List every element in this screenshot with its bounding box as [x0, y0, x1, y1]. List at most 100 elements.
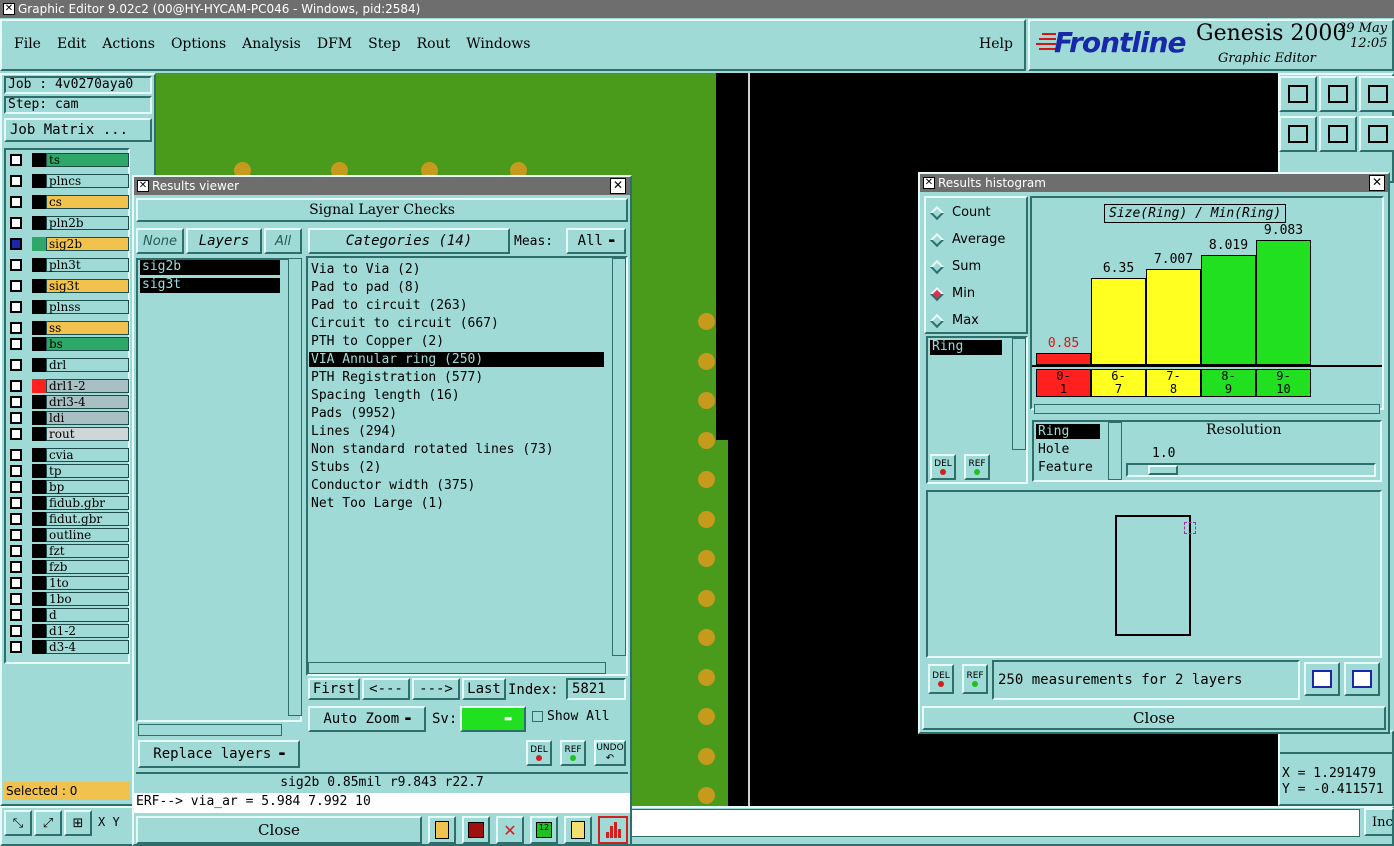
- category-item[interactable]: Pad to circuit (263): [311, 298, 468, 313]
- report-icon[interactable]: [564, 816, 592, 844]
- histogram-ref-icon[interactable]: REF: [964, 454, 990, 480]
- layer-color-icon[interactable]: [428, 816, 456, 844]
- layer-checkbox[interactable]: [10, 529, 22, 541]
- attribute-item[interactable]: Feature: [1036, 460, 1100, 475]
- toolbar-icon-2[interactable]: [1319, 76, 1357, 112]
- resolution-slider-handle[interactable]: [1148, 465, 1178, 475]
- layer-checkbox[interactable]: [10, 175, 22, 187]
- replace-layers-select[interactable]: Replace layers ▬: [138, 740, 300, 768]
- layer-checkbox[interactable]: [10, 338, 22, 350]
- layer-row-d3-4[interactable]: d3-4: [6, 640, 129, 654]
- attribute-list-scrollbar[interactable]: [1108, 422, 1122, 480]
- toolbar-icon-4[interactable]: [1279, 116, 1317, 152]
- attribute-item[interactable]: Ring: [1036, 424, 1100, 439]
- layer-row-outline[interactable]: outline: [6, 528, 129, 542]
- layer-row-cvia[interactable]: cvia: [6, 448, 129, 462]
- layer-row-cs[interactable]: cs: [6, 195, 129, 209]
- menu-options[interactable]: Options: [171, 36, 226, 52]
- help-menu[interactable]: Help: [979, 36, 1013, 52]
- layer-checkbox[interactable]: [10, 625, 22, 637]
- categories-scrollbar[interactable]: [612, 258, 626, 656]
- command-field[interactable]: [630, 809, 1360, 837]
- layer-row-plncs[interactable]: plncs: [6, 174, 129, 188]
- layer-row-plnss[interactable]: plnss: [6, 300, 129, 314]
- category-item[interactable]: Net Too Large (1): [311, 496, 444, 511]
- layer-checkbox[interactable]: [10, 428, 22, 440]
- layer-row-bp[interactable]: bp: [6, 480, 129, 494]
- category-item[interactable]: Via to Via (2): [311, 262, 421, 277]
- category-item[interactable]: Non standard rotated lines (73): [311, 442, 554, 457]
- layer-checkbox[interactable]: [10, 593, 22, 605]
- preview-del-icon[interactable]: DEL: [928, 664, 954, 694]
- category-item[interactable]: Circuit to circuit (667): [311, 316, 499, 331]
- toolbar-icon-6[interactable]: [1359, 116, 1394, 152]
- prev-button[interactable]: <---: [362, 678, 410, 700]
- histogram-bar[interactable]: [1036, 353, 1091, 365]
- meas-select[interactable]: All ▬: [566, 228, 626, 254]
- layer-row-sig2b[interactable]: sig2b: [6, 237, 129, 251]
- bin-label[interactable]: 0- 1: [1036, 369, 1091, 397]
- index-input[interactable]: 5821: [566, 678, 626, 700]
- layer-row-pln2b[interactable]: pln2b: [6, 216, 129, 230]
- layer-row-ts[interactable]: ts: [6, 153, 129, 167]
- close-icon[interactable]: ✕: [610, 178, 626, 194]
- severity-select[interactable]: ▬: [460, 706, 526, 732]
- menu-edit[interactable]: Edit: [57, 36, 86, 52]
- none-button[interactable]: None: [136, 228, 184, 254]
- layer-row-drl3-4[interactable]: drl3-4: [6, 395, 129, 409]
- mode-radio-min[interactable]: Min: [929, 286, 975, 301]
- histogram-list-scrollbar[interactable]: [1012, 338, 1026, 450]
- ref-icon[interactable]: REF: [560, 740, 586, 766]
- layer-list-hscrollbar[interactable]: [138, 724, 282, 736]
- layer-list-scrollbar[interactable]: [288, 258, 302, 716]
- inc-button[interactable]: Inc: [1364, 808, 1394, 836]
- preview-ref-icon[interactable]: REF: [962, 664, 988, 694]
- layer-checkbox[interactable]: [10, 497, 22, 509]
- histogram-hscrollbar[interactable]: [1034, 404, 1380, 414]
- histogram-close-button[interactable]: Close: [922, 706, 1386, 730]
- category-item[interactable]: Pad to pad (8): [311, 280, 421, 295]
- mode-radio-max[interactable]: Max: [929, 313, 979, 328]
- layer-checkbox[interactable]: [10, 380, 22, 392]
- menu-windows[interactable]: Windows: [466, 36, 530, 52]
- category-item[interactable]: Spacing length (16): [311, 388, 460, 403]
- layer-checkbox[interactable]: [10, 481, 22, 493]
- layer-checkbox[interactable]: [10, 301, 22, 313]
- toolbar-icon-1[interactable]: [1279, 76, 1317, 112]
- layer-checkbox[interactable]: [10, 609, 22, 621]
- category-item[interactable]: PTH to Copper (2): [311, 334, 444, 349]
- layer-row-tp[interactable]: tp: [6, 464, 129, 478]
- result-layer-sig2b[interactable]: sig2b: [140, 260, 280, 275]
- layer-checkbox[interactable]: [10, 217, 22, 229]
- auto-zoom-select[interactable]: Auto Zoom ▬: [308, 706, 426, 732]
- menu-step[interactable]: Step: [368, 36, 400, 52]
- layer-checkbox[interactable]: [10, 465, 22, 477]
- select-tool-icon[interactable]: ⤡: [4, 810, 32, 836]
- undo-icon[interactable]: UNDO ↶: [594, 740, 626, 766]
- layer-checkbox[interactable]: [10, 641, 22, 653]
- bin-label[interactable]: 8- 9: [1201, 369, 1256, 397]
- layer-row-rout[interactable]: rout: [6, 427, 129, 441]
- menu-rout[interactable]: Rout: [417, 36, 451, 52]
- histogram-bar[interactable]: [1201, 255, 1256, 365]
- bin-label[interactable]: 7- 8: [1146, 369, 1201, 397]
- toolbar-icon-5[interactable]: [1319, 116, 1357, 152]
- measure-tool-icon[interactable]: ⤢: [34, 810, 62, 836]
- category-item[interactable]: PTH Registration (577): [311, 370, 483, 385]
- results-viewer-close-button[interactable]: Close: [136, 816, 422, 844]
- layer-row-fidub.gbr[interactable]: fidub.gbr: [6, 496, 129, 510]
- menu-dfm[interactable]: DFM: [317, 36, 352, 52]
- show-all-checkbox[interactable]: [532, 711, 543, 722]
- layer-checkbox[interactable]: [10, 396, 22, 408]
- layer-row-1bo[interactable]: 1bo: [6, 592, 129, 606]
- layer-row-drl[interactable]: drl: [6, 358, 129, 372]
- layer-row-d1-2[interactable]: d1-2: [6, 624, 129, 638]
- layer-row-ldi[interactable]: ldi: [6, 411, 129, 425]
- layer-checkbox[interactable]: [10, 513, 22, 525]
- layer-checkbox[interactable]: [10, 154, 22, 166]
- del-icon[interactable]: DEL: [526, 740, 552, 766]
- histogram-bar[interactable]: [1091, 278, 1146, 365]
- layer-checkbox[interactable]: [10, 259, 22, 271]
- layers-button[interactable]: Layers: [186, 228, 262, 254]
- layer-row-d[interactable]: d: [6, 608, 129, 622]
